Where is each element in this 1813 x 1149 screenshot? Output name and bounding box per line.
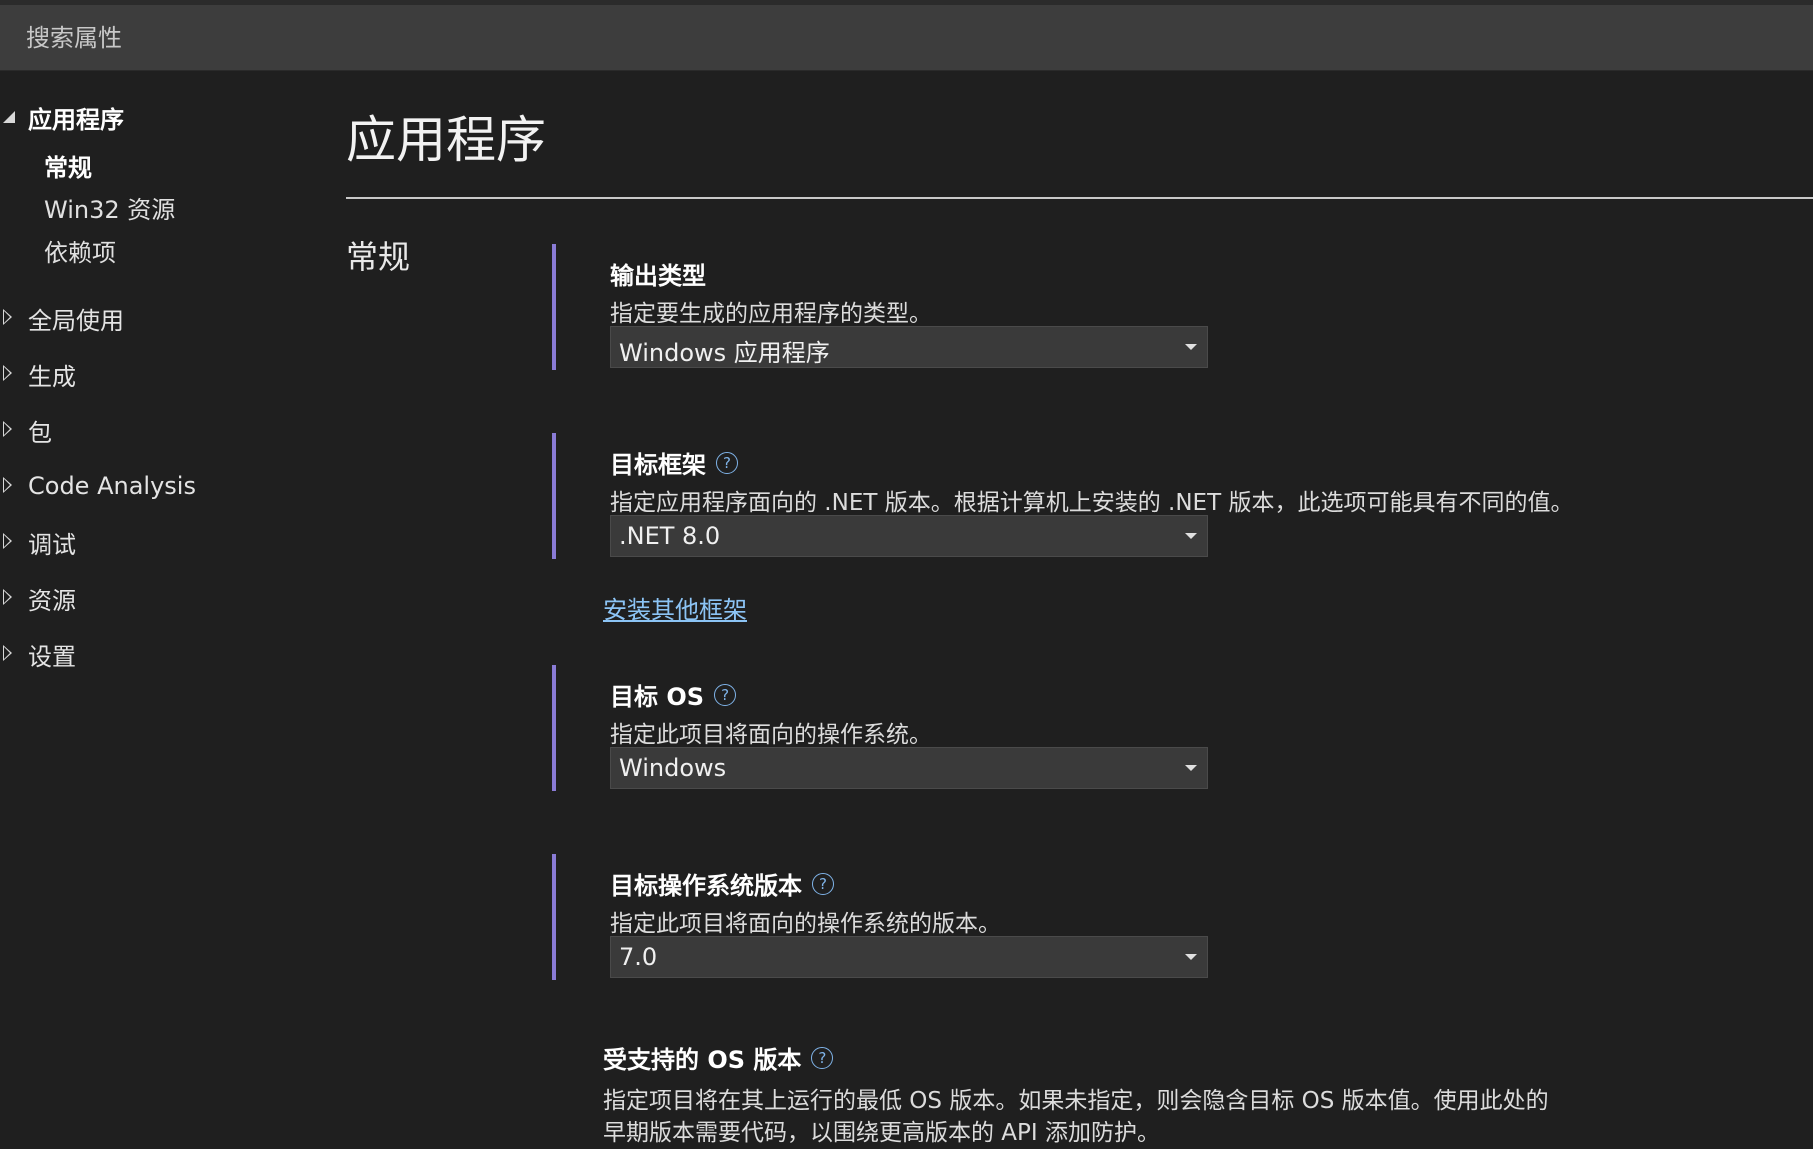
chevron-down-icon [1185, 954, 1197, 960]
help-icon[interactable]: ? [714, 683, 737, 706]
setting-output-type: 输出类型 指定要生成的应用程序的类型。 Windows 应用程序 [552, 244, 1752, 370]
setting-label: 目标框架 ? [610, 445, 738, 480]
nav-item-label: Win32 资源 [44, 195, 176, 224]
page-title: 应用程序 [346, 111, 546, 169]
nav-group-label: 包 [28, 418, 52, 447]
target-framework-dropdown[interactable]: .NET 8.0 [610, 515, 1208, 557]
target-os-dropdown[interactable]: Windows [610, 747, 1208, 789]
title-divider [346, 197, 1813, 199]
setting-label: 受支持的 OS 版本 ? [603, 1040, 1703, 1075]
setting-supported-os-version: 受支持的 OS 版本 ? 指定项目将在其上运行的最低 OS 版本。如果未指定，则… [603, 1040, 1703, 1149]
chevron-down-icon [1185, 533, 1197, 539]
setting-accent-bar [552, 433, 556, 559]
chevron-down-icon [1185, 765, 1197, 771]
setting-label: 目标操作系统版本 ? [610, 866, 834, 901]
help-icon[interactable]: ? [811, 1046, 834, 1069]
collapsed-arrow-icon [3, 589, 12, 605]
chevron-down-icon [1185, 344, 1197, 350]
help-icon[interactable]: ? [716, 451, 738, 474]
collapsed-arrow-icon [3, 309, 12, 325]
setting-target-os-version: 目标操作系统版本 ? 指定此项目将面向的操作系统的版本。 7.0 [552, 854, 1752, 980]
target-os-version-dropdown[interactable]: 7.0 [610, 936, 1208, 978]
setting-accent-bar [552, 244, 556, 370]
description-line: 早期版本需要代码，以围绕更高版本的 API 添加防护。 [603, 1120, 1161, 1146]
nav-group-label: Code Analysis [28, 472, 196, 500]
collapsed-arrow-icon [3, 645, 12, 661]
dropdown-value: .NET 8.0 [619, 522, 721, 550]
nav-group-label: 全局使用 [28, 306, 124, 335]
setting-label: 目标 OS ? [610, 677, 737, 712]
nav-group-label: 设置 [28, 642, 76, 671]
help-icon[interactable]: ? [812, 872, 834, 895]
dropdown-value: 7.0 [619, 943, 658, 971]
section-title: 常规 [346, 238, 411, 276]
properties-page: 应用程序 常规 Win32 资源 依赖项 全局使用 生成 包 Code Anal… [0, 0, 1813, 1149]
setting-target-framework: 目标框架 ? 指定应用程序面向的 .NET 版本。根据计算机上安装的 .NET … [552, 433, 1752, 559]
setting-description: 指定应用程序面向的 .NET 版本。根据计算机上安装的 .NET 版本，此选项可… [610, 490, 1574, 516]
install-other-frameworks-link[interactable]: 安装其他框架 [603, 590, 747, 625]
setting-description: 指定项目将在其上运行的最低 OS 版本。如果未指定，则会隐含目标 OS 版本值。… [603, 1085, 1703, 1149]
nav-item-label: 依赖项 [44, 238, 116, 267]
setting-label: 输出类型 [610, 262, 706, 290]
nav-group-label: 生成 [28, 362, 76, 391]
nav-item-dependencies[interactable]: 依赖项 [44, 230, 116, 270]
description-line: 指定项目将在其上运行的最低 OS 版本。如果未指定，则会隐含目标 OS 版本值。… [603, 1088, 1549, 1114]
nav-item-label: 常规 [44, 153, 92, 182]
output-type-dropdown[interactable]: Windows 应用程序 [610, 326, 1208, 368]
dropdown-value: Windows 应用程序 [619, 339, 830, 367]
collapsed-arrow-icon [3, 365, 12, 381]
nav-group-label: 资源 [28, 586, 76, 615]
collapsed-arrow-icon [3, 533, 12, 549]
dropdown-value: Windows [619, 754, 727, 782]
collapsed-arrow-icon [3, 421, 12, 437]
nav-group-label: 调试 [28, 530, 76, 559]
setting-accent-bar [552, 665, 556, 791]
setting-description: 指定要生成的应用程序的类型。 [610, 301, 932, 327]
setting-description: 指定此项目将面向的操作系统的版本。 [610, 911, 1001, 937]
nav-item-win32-resources[interactable]: Win32 资源 [44, 187, 175, 227]
setting-accent-bar [552, 854, 556, 980]
collapsed-arrow-icon [3, 477, 12, 493]
nav-group-label: 应用程序 [28, 105, 124, 134]
setting-target-os: 目标 OS ? 指定此项目将面向的操作系统。 Windows [552, 665, 1752, 791]
search-bar [0, 5, 1813, 71]
search-input[interactable] [14, 17, 1813, 59]
expanded-arrow-icon [3, 111, 15, 123]
setting-description: 指定此项目将面向的操作系统。 [610, 722, 932, 748]
nav-item-general[interactable]: 常规 [44, 145, 92, 185]
